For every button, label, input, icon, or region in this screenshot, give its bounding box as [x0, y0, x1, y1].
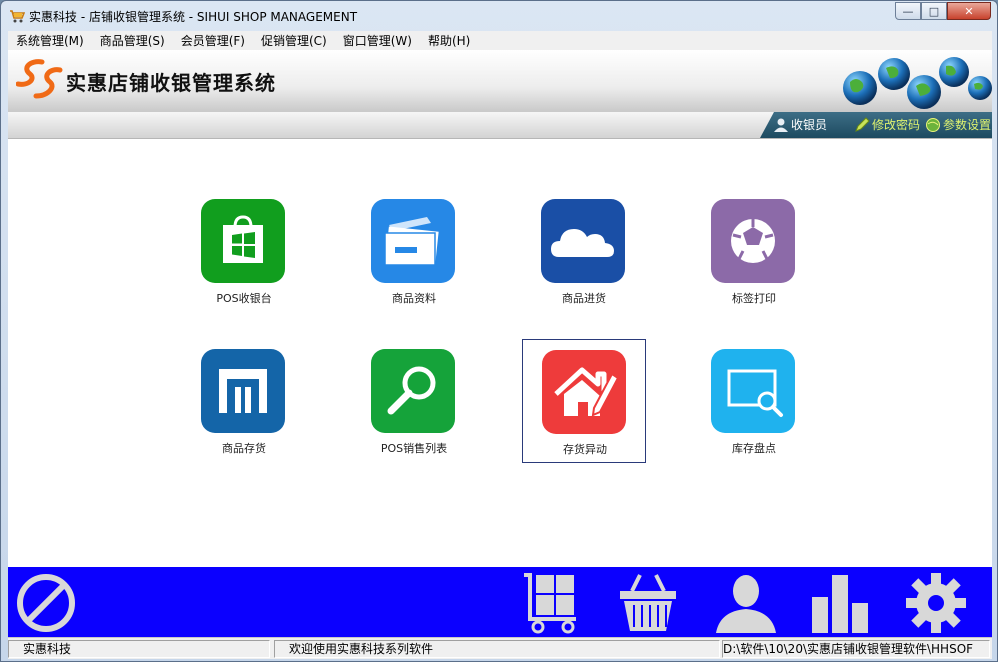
menu-members[interactable]: 会员管理(F) [173, 32, 253, 49]
globes-icon [843, 57, 992, 109]
globe-settings-icon [926, 117, 940, 132]
maximize-button[interactable]: □ [921, 2, 947, 20]
tile-inventory-check[interactable]: 库存盘点 [692, 339, 816, 463]
exit-icon[interactable] [14, 571, 78, 635]
cart-icon[interactable] [520, 571, 584, 635]
tile-stock-change[interactable]: 存货异动 [522, 339, 646, 463]
house-pencil-icon [542, 350, 626, 434]
minimize-button[interactable]: — [895, 2, 921, 20]
status-company: 实惠科技 [8, 640, 270, 658]
cashier-button[interactable]: 收银员 [773, 116, 827, 133]
tile-label-print[interactable]: 标签打印 [692, 189, 816, 313]
warehouse-icon [201, 349, 285, 433]
cloud-icon [541, 199, 625, 283]
documents-icon [371, 199, 455, 283]
status-welcome: 欢迎使用实惠科技系列软件 [274, 640, 720, 658]
cart-app-icon [10, 10, 25, 23]
menu-system[interactable]: 系统管理(M) [8, 32, 92, 49]
cashier-label: 收银员 [791, 118, 828, 132]
settings-label: 参数设置 [943, 118, 992, 132]
title-bar[interactable]: 实惠科技 - 店铺收银管理系统 - SIHUI SHOP MANAGEMENT … [1, 1, 997, 31]
change-password-button[interactable]: 修改密码 [854, 116, 920, 133]
tile-label: 商品进货 [562, 292, 606, 305]
tile-label: POS销售列表 [380, 442, 448, 455]
tile-label: POS收银台 [216, 292, 272, 305]
logo-icon [16, 59, 63, 99]
tile-goods-info[interactable]: 商品资料 [352, 189, 476, 313]
pencil-icon [855, 116, 870, 132]
window-title: 实惠科技 - 店铺收银管理系统 - SIHUI SHOP MANAGEMENT [29, 10, 358, 24]
bar-chart-icon[interactable] [808, 571, 872, 635]
bottom-action-bar [8, 567, 992, 637]
change-password-label: 修改密码 [872, 118, 921, 132]
tile-label: 存货异动 [563, 443, 607, 456]
status-bar: 实惠科技 欢迎使用实惠科技系列软件 D:\软件\10\20\实惠店铺收银管理软件… [8, 637, 992, 659]
tile-dashboard: POS收银台 商品资料 商品进货 标签打印 商品存货 POS销售列表 存货异动 … [8, 139, 992, 567]
tile-pos-checkout[interactable]: POS收银台 [182, 189, 306, 313]
user-icon[interactable] [714, 571, 778, 635]
menu-bar: 系统管理(M) 商品管理(S) 会员管理(F) 促销管理(C) 窗口管理(W) … [8, 31, 992, 50]
screen-search-icon [711, 349, 795, 433]
user-icon [774, 118, 788, 132]
menu-help[interactable]: 帮助(H) [420, 32, 478, 49]
menu-window[interactable]: 窗口管理(W) [335, 32, 420, 49]
tile-pos-sales-list[interactable]: POS销售列表 [352, 339, 476, 463]
tile-goods-stock[interactable]: 商品存货 [182, 339, 306, 463]
tile-label: 商品资料 [392, 292, 436, 305]
store-bag-icon [201, 199, 285, 283]
tile-goods-purchase[interactable]: 商品进货 [522, 189, 646, 313]
menu-promotion[interactable]: 促销管理(C) [253, 32, 335, 49]
tile-label: 标签打印 [732, 292, 776, 305]
gear-icon[interactable] [904, 571, 968, 635]
basket-icon[interactable] [616, 571, 680, 635]
window-controls: — □ ✕ [895, 2, 991, 20]
magnifier-icon [371, 349, 455, 433]
user-toolbar: 收银员 修改密码 参数设置 [8, 112, 992, 139]
menu-goods[interactable]: 商品管理(S) [92, 32, 173, 49]
app-window: 实惠科技 - 店铺收银管理系统 - SIHUI SHOP MANAGEMENT … [0, 0, 998, 662]
header-banner: 实惠店铺收银管理系统 [8, 50, 992, 112]
app-title: 实惠店铺收银管理系统 [66, 71, 276, 95]
tile-label: 商品存货 [222, 442, 266, 455]
close-button[interactable]: ✕ [947, 2, 991, 20]
settings-button[interactable]: 参数设置 [925, 116, 991, 133]
status-path: D:\软件\10\20\实惠店铺收银管理软件\HHSOF [722, 640, 990, 658]
aperture-icon [711, 199, 795, 283]
tile-label: 库存盘点 [732, 442, 776, 455]
